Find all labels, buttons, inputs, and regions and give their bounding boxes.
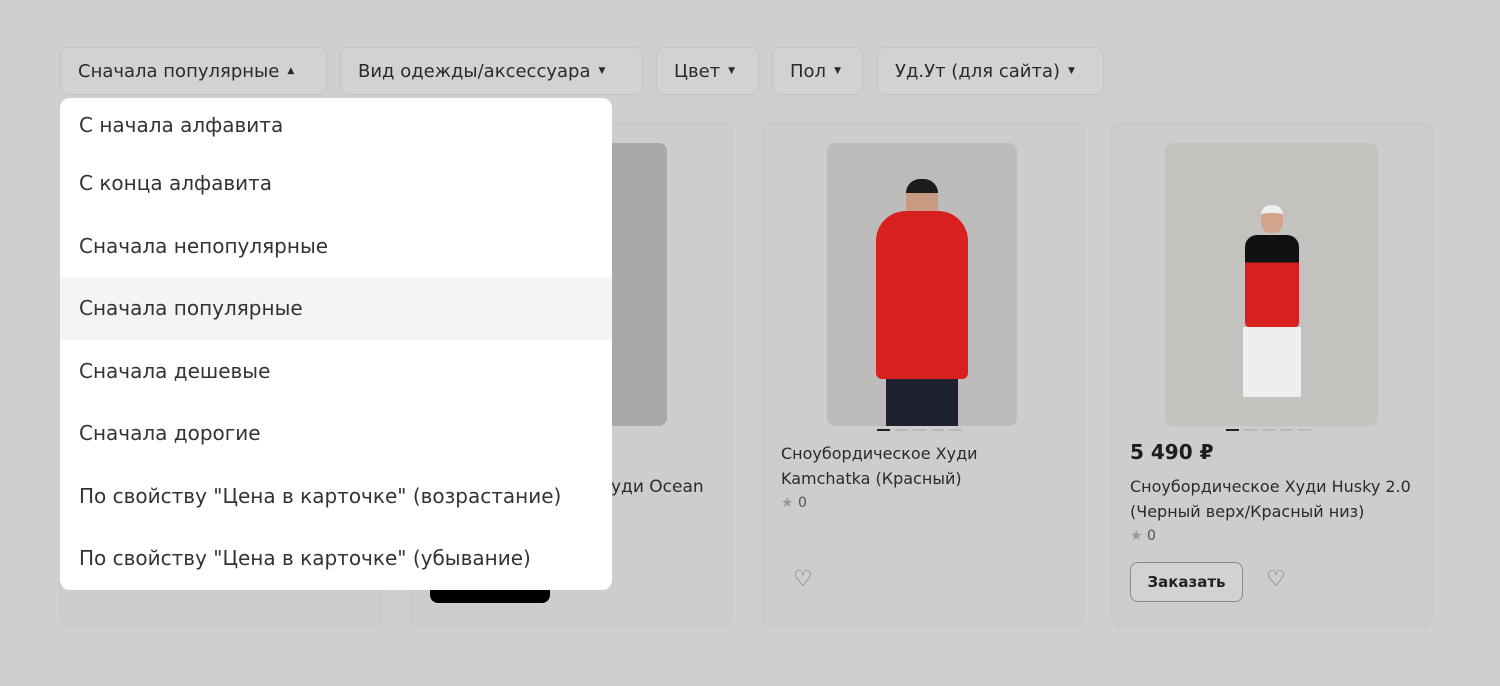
product-price: 5 490 ₽: [1130, 440, 1214, 464]
product-title[interactable]: Сноубордическое Худи Husky 2.0 (Черный в…: [1130, 474, 1420, 524]
filter-ud-ut[interactable]: Уд.Ут (для сайта) ▼: [877, 47, 1104, 95]
sort-option[interactable]: С начала алфавита: [60, 98, 612, 152]
sort-dropdown-button[interactable]: Сначала популярные ▲: [60, 47, 327, 95]
rating: ★ 0: [1130, 528, 1156, 544]
image-pagination[interactable]: [1226, 429, 1311, 431]
triangle-down-icon: ▼: [1068, 66, 1075, 76]
filter-gender[interactable]: Пол ▼: [772, 47, 863, 95]
sort-option[interactable]: По свойству "Цена в карточке" (возрастан…: [60, 465, 612, 528]
filter-label: Пол: [790, 60, 827, 82]
rating: ★ 0: [781, 495, 807, 511]
rating-value: 0: [1147, 528, 1156, 544]
triangle-down-icon: ▼: [598, 66, 606, 76]
sort-option[interactable]: Сначала дорогие: [60, 402, 612, 465]
sort-option[interactable]: По свойству "Цена в карточке" (убывание): [60, 527, 612, 590]
triangle-down-icon: ▼: [728, 66, 736, 76]
filter-label: Вид одежды/аксессуара: [358, 60, 591, 82]
triangle-up-icon: ▲: [287, 66, 295, 76]
pants: [886, 379, 958, 426]
filter-clothing-type[interactable]: Вид одежды/аксессуара ▼: [340, 47, 643, 95]
rating-value: 0: [798, 495, 807, 511]
sort-option[interactable]: С конца алфавита: [60, 152, 612, 215]
product-title[interactable]: уди Ocean: [611, 475, 704, 500]
heart-icon[interactable]: ♡: [1266, 567, 1286, 592]
sort-label: Сначала популярные: [78, 60, 280, 82]
model-head: [1260, 205, 1283, 233]
filter-label: Цвет: [674, 60, 721, 82]
sort-option[interactable]: Сначала непопулярные: [60, 215, 612, 278]
order-button[interactable]: Заказать: [1130, 562, 1243, 602]
product-card[interactable]: Сноубордическое Худи Kamchatka (Красный)…: [762, 123, 1084, 626]
product-image[interactable]: [1165, 143, 1378, 426]
heart-icon[interactable]: ♡: [793, 567, 813, 592]
product-card[interactable]: 5 490 ₽ Сноубордическое Худи Husky 2.0 (…: [1111, 123, 1433, 626]
product-image[interactable]: [827, 143, 1017, 426]
image-pagination[interactable]: [877, 429, 962, 431]
sort-option[interactable]: Сначала дешевые: [60, 340, 612, 403]
filter-color[interactable]: Цвет ▼: [656, 47, 759, 95]
star-icon: ★: [1130, 528, 1143, 544]
filter-label: Уд.Ут (для сайта): [895, 60, 1060, 82]
sort-option-selected[interactable]: Сначала популярные: [60, 277, 612, 340]
product-title[interactable]: Сноубордическое Худи Kamchatka (Красный): [781, 441, 1041, 491]
white-pants: [1242, 327, 1301, 397]
red-hoodie: [1244, 235, 1299, 327]
sort-options-menu: С начала алфавита С конца алфавита Снача…: [60, 98, 612, 590]
triangle-down-icon: ▼: [834, 66, 841, 76]
star-icon: ★: [781, 495, 794, 511]
red-hoodie: [876, 211, 968, 379]
